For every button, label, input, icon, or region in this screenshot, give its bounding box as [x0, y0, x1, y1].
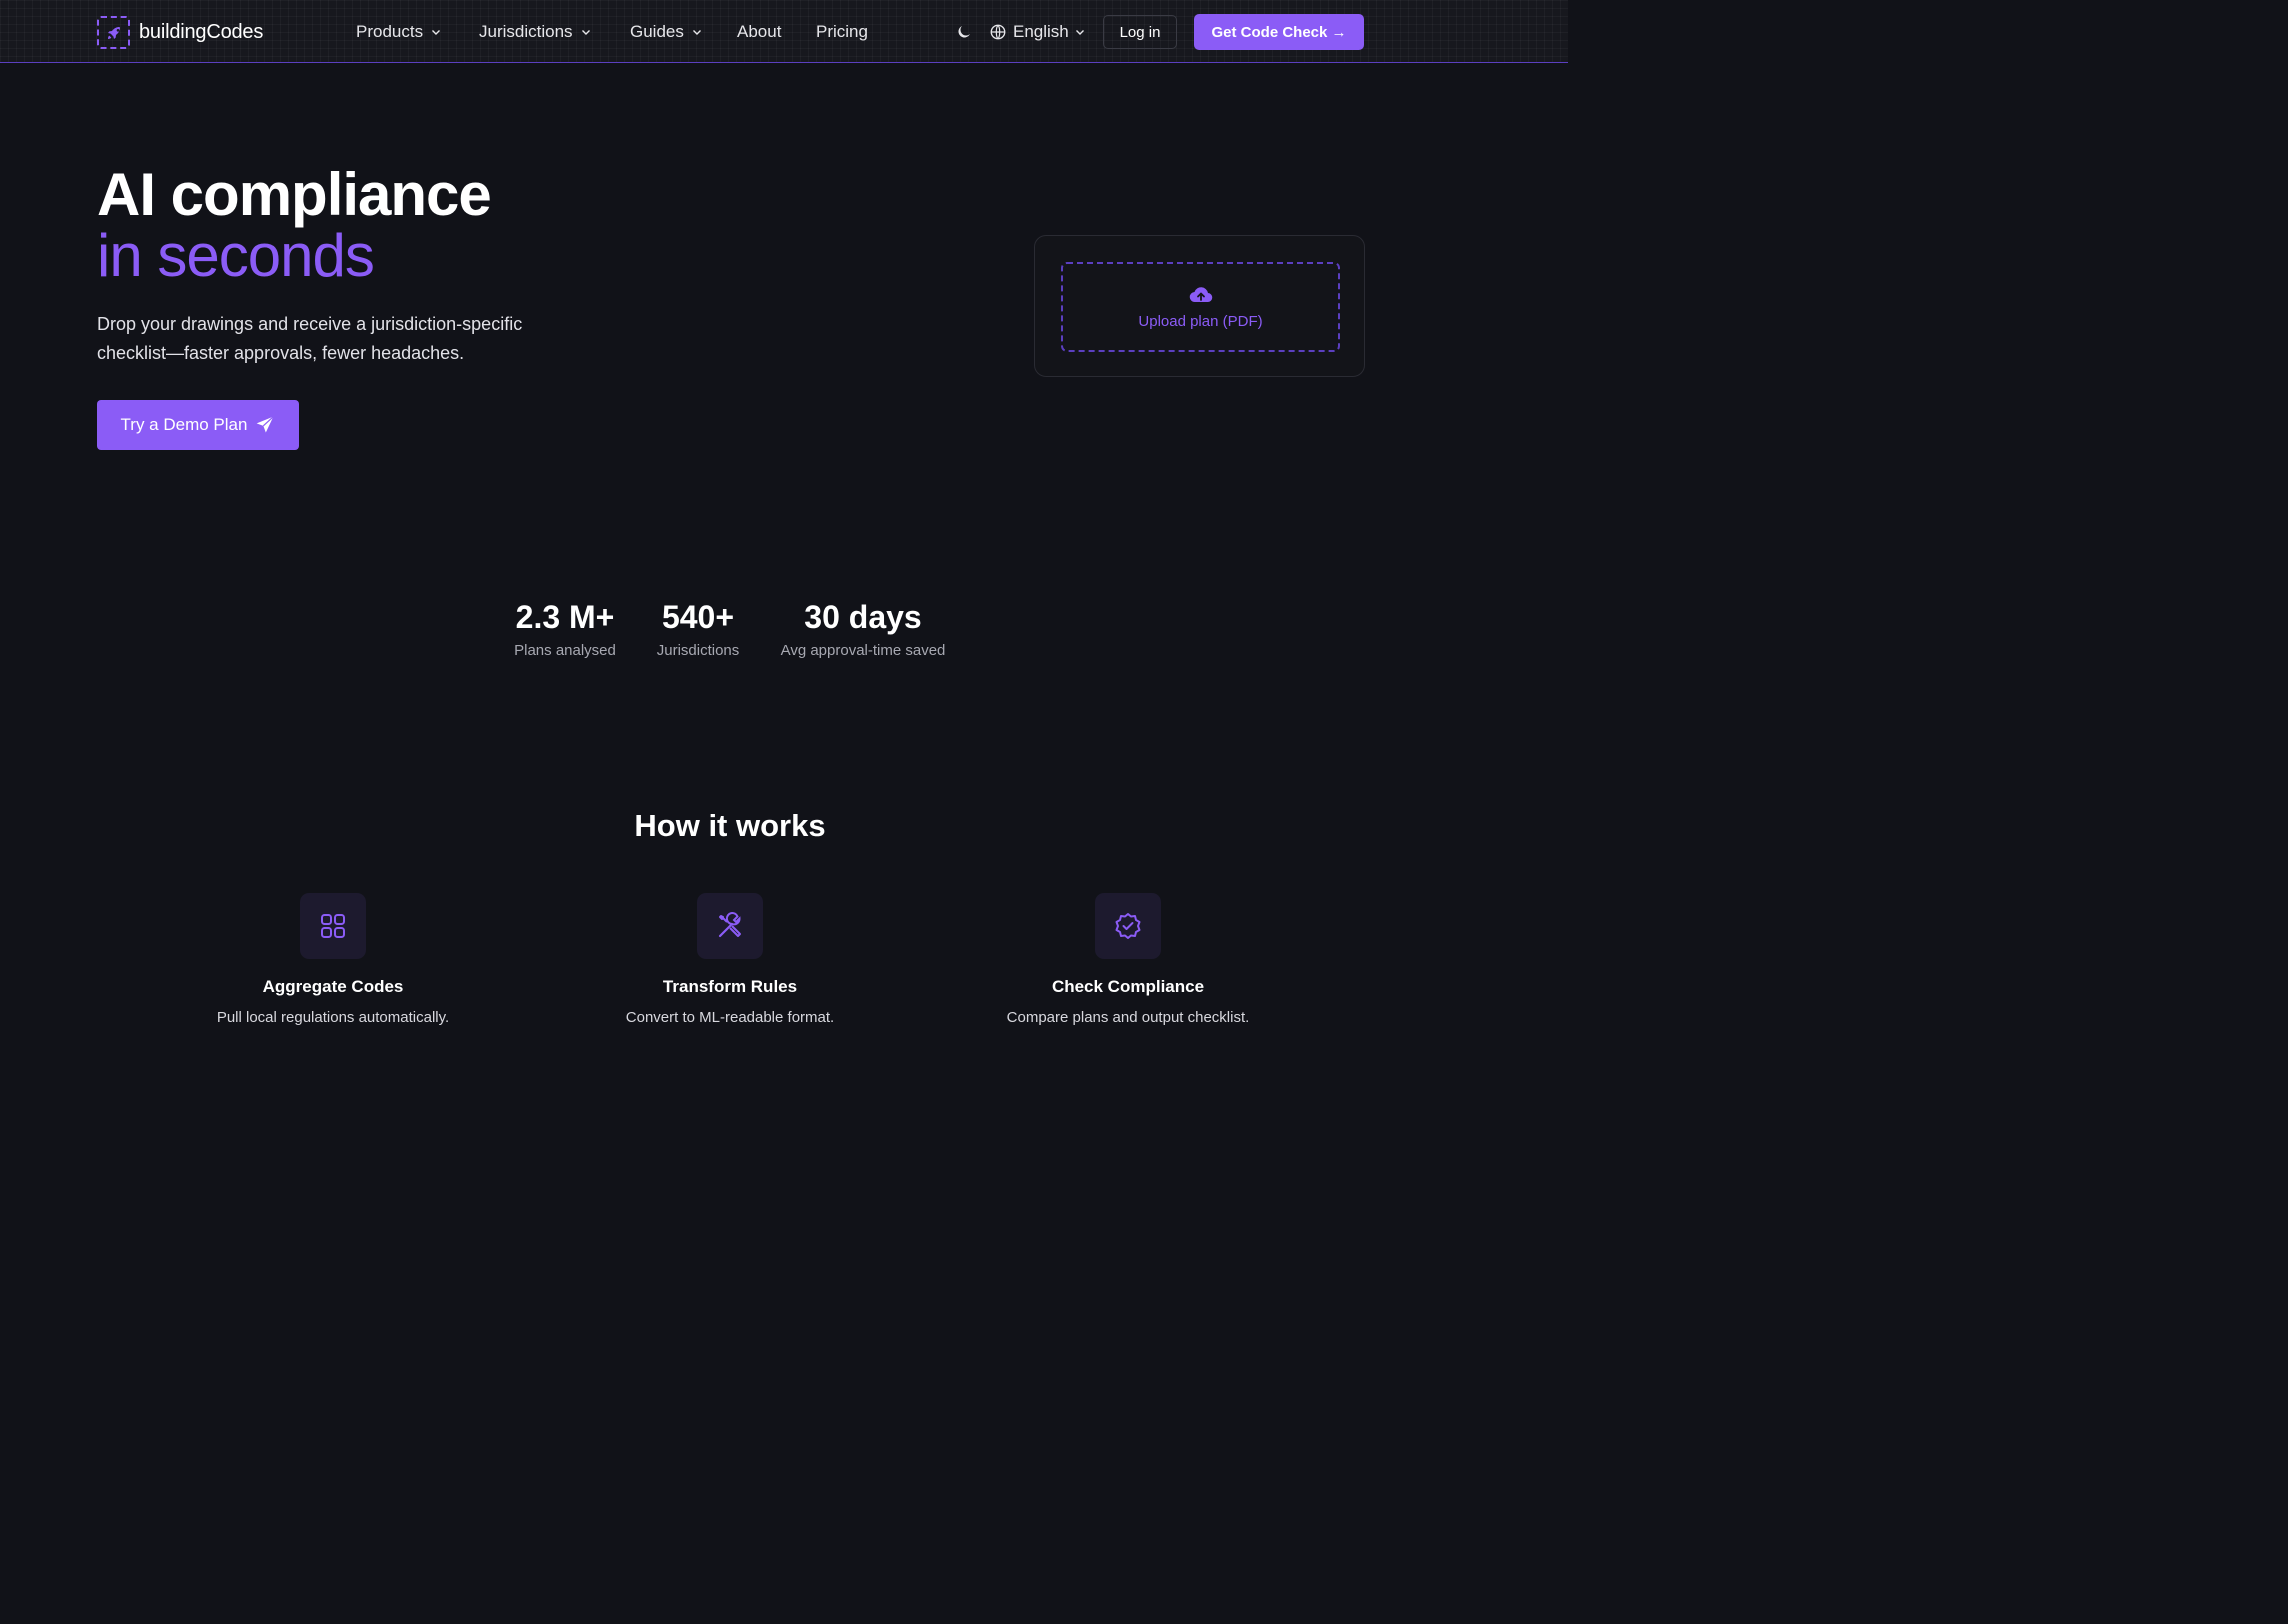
- grid-icon: [300, 893, 366, 959]
- step-description: Compare plans and output checklist.: [1006, 1009, 1250, 1026]
- try-demo-button[interactable]: Try a Demo Plan: [97, 400, 299, 450]
- badge-check-icon: [1095, 893, 1161, 959]
- step-title: Aggregate Codes: [262, 977, 404, 996]
- step-transform-rules: Transform Rules Convert to ML-readable f…: [580, 893, 880, 1026]
- step-title: Transform Rules: [662, 977, 798, 996]
- moon-icon[interactable]: [955, 23, 973, 41]
- nav-item-guides[interactable]: Guides: [630, 22, 702, 42]
- nav-item-products[interactable]: Products: [356, 22, 441, 42]
- try-demo-label: Try a Demo Plan: [120, 415, 248, 434]
- nav-item-jurisdictions[interactable]: Jurisdictions: [479, 22, 591, 42]
- nav-item-label: About: [737, 22, 782, 41]
- upload-card: Upload plan (PDF): [1034, 235, 1365, 377]
- stat-value: 30 days: [804, 599, 922, 635]
- step-check-compliance: Check Compliance Compare plans and outpu…: [978, 893, 1278, 1026]
- stat-jurisdictions: 540+ Jurisdictions: [648, 598, 748, 659]
- login-button[interactable]: Log in: [1103, 15, 1177, 49]
- hero-subtitle: Drop your drawings and receive a jurisdi…: [97, 314, 523, 363]
- globe-icon: [990, 24, 1006, 40]
- rocket-icon: [97, 16, 130, 49]
- nav-item-label: Guides: [630, 22, 684, 41]
- nav-item-pricing[interactable]: Pricing: [816, 22, 868, 42]
- step-aggregate-codes: Aggregate Codes Pull local regulations a…: [183, 893, 483, 1026]
- stat-label: Jurisdictions: [656, 642, 740, 659]
- hero-title: AI compliance: [97, 161, 492, 228]
- nav-item-about[interactable]: About: [737, 22, 781, 42]
- upload-label: Upload plan (PDF): [1138, 312, 1263, 330]
- cloud-upload-icon: [1189, 286, 1212, 302]
- stat-value: 540+: [661, 599, 735, 635]
- upload-dropzone[interactable]: Upload plan (PDF): [1061, 262, 1340, 352]
- chevron-down-icon: [1075, 30, 1084, 35]
- stat-label: Plans analysed: [514, 642, 616, 659]
- hero-title-accent: in seconds: [97, 222, 375, 289]
- brand[interactable]: buildingCodes: [97, 16, 263, 49]
- language-label: English: [1013, 22, 1069, 41]
- step-description: Pull local regulations automatically.: [216, 1009, 450, 1026]
- stat-label: Avg approval-time saved: [780, 642, 946, 659]
- paper-plane-icon: [257, 416, 275, 433]
- language-selector[interactable]: English: [989, 22, 1085, 42]
- tools-icon: [697, 893, 763, 959]
- nav-item-label: Products: [356, 22, 424, 41]
- stat-plans: 2.3 M+ Plans analysed: [510, 598, 620, 659]
- chevron-down-icon: [581, 30, 590, 35]
- stat-value: 2.3 M+: [515, 599, 615, 635]
- chevron-down-icon: [432, 30, 441, 35]
- stat-time-saved: 30 days Avg approval-time saved: [778, 598, 948, 659]
- get-code-check-button[interactable]: Get Code Check →: [1194, 14, 1364, 50]
- brand-name: buildingCodes: [139, 21, 264, 43]
- how-it-works-title: How it works: [634, 808, 826, 843]
- step-title: Check Compliance: [1051, 977, 1205, 996]
- step-description: Convert to ML-readable format.: [625, 1009, 835, 1026]
- top-nav: buildingCodes Products Jurisdictions Gui…: [0, 0, 1568, 63]
- chevron-down-icon: [692, 30, 701, 35]
- nav-item-label: Jurisdictions: [479, 22, 573, 41]
- nav-item-label: Pricing: [816, 22, 868, 41]
